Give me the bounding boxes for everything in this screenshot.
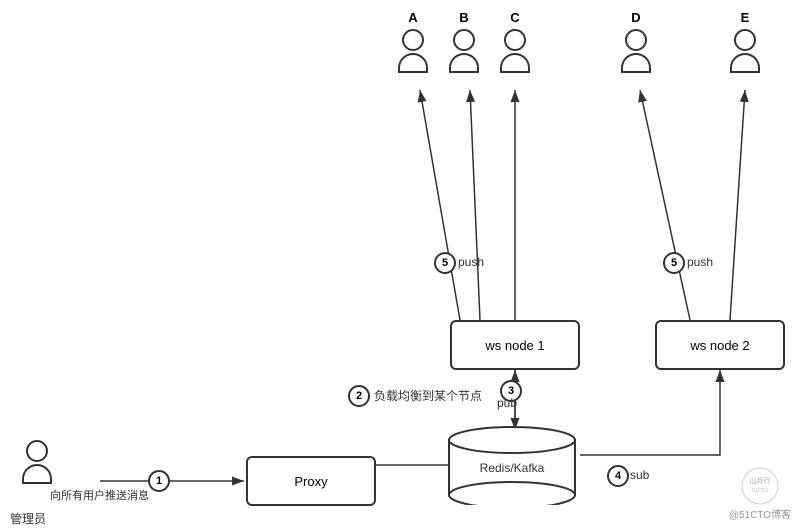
ws-node2-box: ws node 2 [655, 320, 785, 370]
step-3-label: pub [497, 396, 517, 410]
watermark: 山月行 51CTO @51CTO博客 [729, 466, 791, 521]
user-e: E [730, 10, 760, 73]
diagram: A B C D E 管理员 向所有用户推送消息 Proxy ws node 1 [0, 0, 801, 531]
person-body-e [730, 53, 760, 73]
user-b: B [449, 10, 479, 73]
admin-head [26, 440, 48, 462]
person-body-d [621, 53, 651, 73]
step-1-circle: 1 [148, 470, 170, 492]
ws-node1-box: ws node 1 [450, 320, 580, 370]
person-head-b [453, 29, 475, 51]
step-4-circle: 4 [607, 465, 629, 487]
step-5b-label: push [687, 255, 713, 269]
person-head-a [402, 29, 424, 51]
user-d: D [621, 10, 651, 73]
person-head-d [625, 29, 647, 51]
step-4-label: sub [630, 468, 649, 482]
person-body-a [398, 53, 428, 73]
proxy-box: Proxy [246, 456, 376, 506]
admin-person [22, 440, 52, 484]
svg-text:51CTO: 51CTO [752, 488, 768, 494]
person-head-e [734, 29, 756, 51]
admin-label: 管理员 [10, 510, 46, 527]
redis-kafka-cylinder: Redis/Kafka [447, 425, 577, 505]
person-body-c [500, 53, 530, 73]
step-5a-label: push [458, 255, 484, 269]
user-a: A [398, 10, 428, 73]
svg-text:山月行: 山月行 [749, 476, 770, 485]
admin-body [22, 464, 52, 484]
step-5b-circle: 5 [663, 252, 685, 274]
svg-text:Redis/Kafka: Redis/Kafka [480, 461, 545, 475]
step-5a-circle: 5 [434, 252, 456, 274]
person-body-b [449, 53, 479, 73]
step-2-label: 负载均衡到某个节点 [374, 387, 482, 404]
person-head-c [504, 29, 526, 51]
admin-message-label: 向所有用户推送消息 [50, 487, 149, 503]
watermark-icon-svg: 山月行 51CTO [740, 466, 780, 506]
step-2-circle: 2 [348, 385, 370, 407]
user-c: C [500, 10, 530, 73]
